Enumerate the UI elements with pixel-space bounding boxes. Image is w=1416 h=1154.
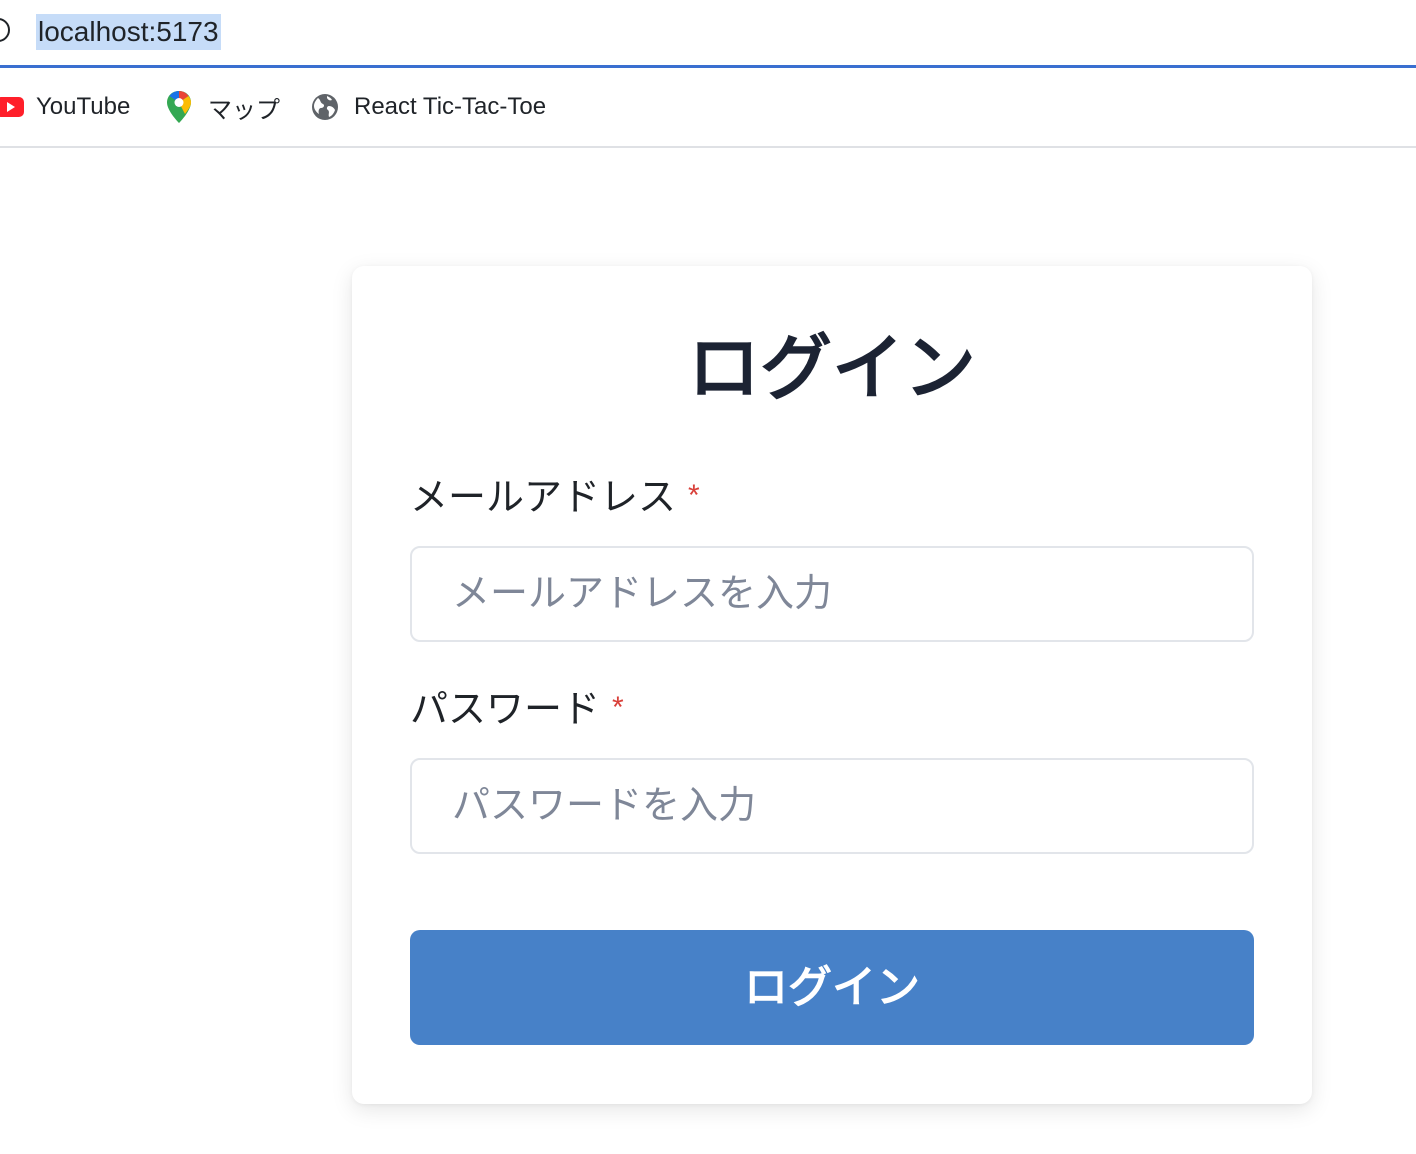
- email-field[interactable]: [410, 546, 1254, 642]
- login-card: ログイン メールアドレス * パスワード * ログイン: [352, 266, 1312, 1104]
- bookmark-label: YouTube: [36, 93, 131, 120]
- url-text[interactable]: localhost:5173: [36, 14, 221, 50]
- bookmarks-bar: YouTube マップ React Tic-Tac-Toe: [0, 68, 1416, 148]
- email-label: メールアドレス *: [410, 474, 700, 522]
- password-label-text: パスワード: [410, 689, 601, 731]
- login-button[interactable]: ログイン: [410, 930, 1254, 1045]
- required-mark: *: [612, 691, 624, 724]
- youtube-icon: [0, 97, 24, 117]
- bookmark-label: React Tic-Tac-Toe: [354, 93, 547, 120]
- page-content: ログイン メールアドレス * パスワード * ログイン: [0, 148, 1416, 1154]
- bookmark-label: マップ: [208, 96, 280, 124]
- bookmark-maps[interactable]: マップ: [166, 68, 280, 146]
- google-maps-icon: [166, 90, 192, 124]
- password-field[interactable]: [410, 758, 1254, 854]
- site-info-icon[interactable]: [0, 18, 10, 42]
- required-mark: *: [688, 479, 700, 512]
- page-title: ログイン: [687, 329, 976, 409]
- bookmark-react-tic-tac-toe[interactable]: React Tic-Tac-Toe: [310, 68, 546, 146]
- bookmark-youtube[interactable]: YouTube: [0, 68, 130, 146]
- address-bar[interactable]: localhost:5173: [0, 0, 1416, 68]
- globe-icon: [310, 92, 340, 122]
- password-label: パスワード *: [410, 686, 624, 734]
- email-label-text: メールアドレス: [410, 477, 677, 519]
